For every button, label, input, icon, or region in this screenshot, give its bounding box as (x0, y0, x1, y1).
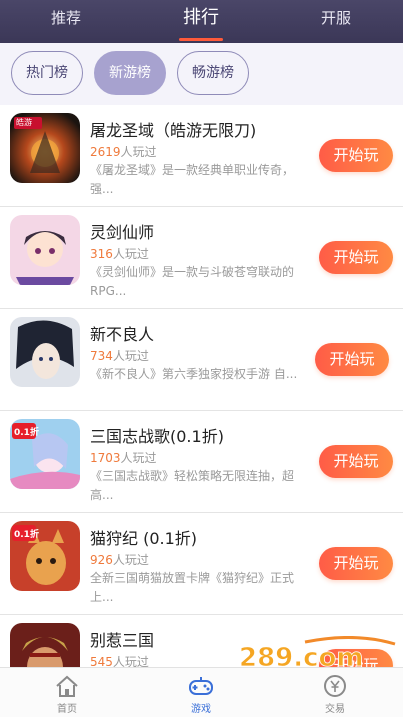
game-description: 《灵剑仙师》是一款与斗破苍穹联动的RPG... (90, 265, 295, 298)
nav-games[interactable]: 游戏 (134, 668, 268, 717)
play-count-number: 926 (90, 553, 113, 567)
start-play-button[interactable]: 开始玩 (319, 139, 393, 172)
game-row[interactable]: 0.1折 猫狩纪 (0.1折) 926人玩过 全新三国萌猫放置卡牌《猫狩纪》正式… (0, 513, 403, 615)
game-title: 新不良人 (90, 325, 155, 344)
start-play-button[interactable]: 开始玩 (315, 343, 389, 376)
play-count-suffix: 人玩过 (120, 451, 157, 465)
game-row[interactable]: 灵剑仙师 316人玩过 《灵剑仙师》是一款与斗破苍穹联动的RPG... 开始玩 (0, 207, 403, 309)
gamepad-icon (189, 677, 213, 695)
game-icon-sanguozhizhange: 0.1折 (10, 419, 80, 489)
filter-hot-label: 热门榜 (26, 65, 68, 81)
start-play-button[interactable]: 开始玩 (319, 445, 393, 478)
start-play-button[interactable]: 开始玩 (319, 241, 393, 274)
filter-new-list[interactable]: 新游榜 (94, 51, 166, 95)
game-description: 全新三国萌猫放置卡牌《猫狩纪》正式上... (90, 571, 295, 604)
nav-home[interactable]: 首页 (0, 668, 134, 717)
game-description: 《新不良人》第六季独家授权手游 自... (90, 367, 298, 381)
nav-trade-label: 交易 (325, 704, 345, 715)
icon-badge-text: 0.1折 (14, 428, 39, 438)
play-count-number: 316 (90, 247, 113, 261)
game-title: 三国志战歌(0.1折) (90, 427, 224, 446)
nav-trade[interactable]: 交易 (268, 668, 402, 717)
nav-home-label: 首页 (57, 704, 77, 715)
nav-games-label: 游戏 (191, 704, 211, 715)
game-title: 灵剑仙师 (90, 223, 155, 242)
filter-hot-list[interactable]: 热门榜 (11, 51, 83, 95)
filter-popular-label: 畅游榜 (192, 65, 234, 81)
play-count: 2619人玩过 (90, 143, 157, 160)
play-count: 1703人玩过 (90, 449, 157, 466)
game-description: 《屠龙圣域》是一款经典单职业传奇，强... (90, 163, 295, 196)
play-count: 316人玩过 (90, 245, 149, 262)
play-count-number: 1703 (90, 451, 121, 465)
play-count-number: 734 (90, 349, 113, 363)
game-title: 猫狩纪 (0.1折) (90, 529, 198, 548)
tab-recommend-label: 推荐 (50, 9, 81, 27)
play-count-suffix: 人玩过 (112, 247, 149, 261)
filter-popular-list[interactable]: 畅游榜 (177, 51, 249, 95)
game-title: 别惹三国 (90, 631, 155, 650)
play-count: 926人玩过 (90, 551, 149, 568)
tab-ranking[interactable]: 排行 (171, 0, 231, 43)
play-count-suffix: 人玩过 (112, 349, 149, 363)
game-row[interactable]: 皓游 屠龙圣域（皓游无限刀) 2619人玩过 《屠龙圣域》是一款经典单职业传奇，… (0, 105, 403, 207)
ranking-filter-bar: 热门榜 新游榜 畅游榜 (0, 43, 403, 105)
icon-badge-text: 0.1折 (14, 530, 39, 540)
icon-badge-text: 皓游 (16, 118, 32, 127)
tab-ranking-label: 排行 (183, 7, 219, 28)
bottom-navigation: 首页 游戏 交易 (0, 667, 403, 717)
game-title: 屠龙圣域（皓游无限刀) (90, 121, 257, 140)
home-icon (56, 675, 78, 697)
tab-server-open-label: 开服 (320, 9, 351, 27)
play-count: 734人玩过 (90, 347, 149, 364)
active-tab-indicator (179, 38, 223, 41)
game-icon-xinbuliangren (10, 317, 80, 387)
play-count-suffix: 人玩过 (112, 553, 149, 567)
game-row[interactable]: 新不良人 734人玩过 《新不良人》第六季独家授权手游 自... 开始玩 (0, 309, 403, 411)
yen-icon (324, 675, 346, 697)
play-count-number: 2619 (90, 145, 121, 159)
game-row[interactable]: 0.1折 三国志战歌(0.1折) 1703人玩过 《三国志战歌》轻松策略无限连抽… (0, 411, 403, 513)
app-root: 推荐 排行 开服 热门榜 新游榜 畅游榜 皓游 屠龙圣域（皓游无限刀) 2619… (0, 0, 403, 717)
game-description: 《三国志战歌》轻松策略无限连抽，超高... (90, 469, 295, 502)
tab-server-open[interactable]: 开服 (306, 0, 366, 43)
game-icon-tulong: 皓游 (10, 113, 80, 183)
game-icon-maoshouji: 0.1折 (10, 521, 80, 591)
play-count-suffix: 人玩过 (120, 145, 157, 159)
game-icon-lingjian (10, 215, 80, 285)
filter-new-label: 新游榜 (109, 65, 151, 81)
tab-recommend[interactable]: 推荐 (36, 0, 96, 43)
top-tab-bar: 推荐 排行 开服 (0, 0, 403, 43)
start-play-button[interactable]: 开始玩 (319, 547, 393, 580)
